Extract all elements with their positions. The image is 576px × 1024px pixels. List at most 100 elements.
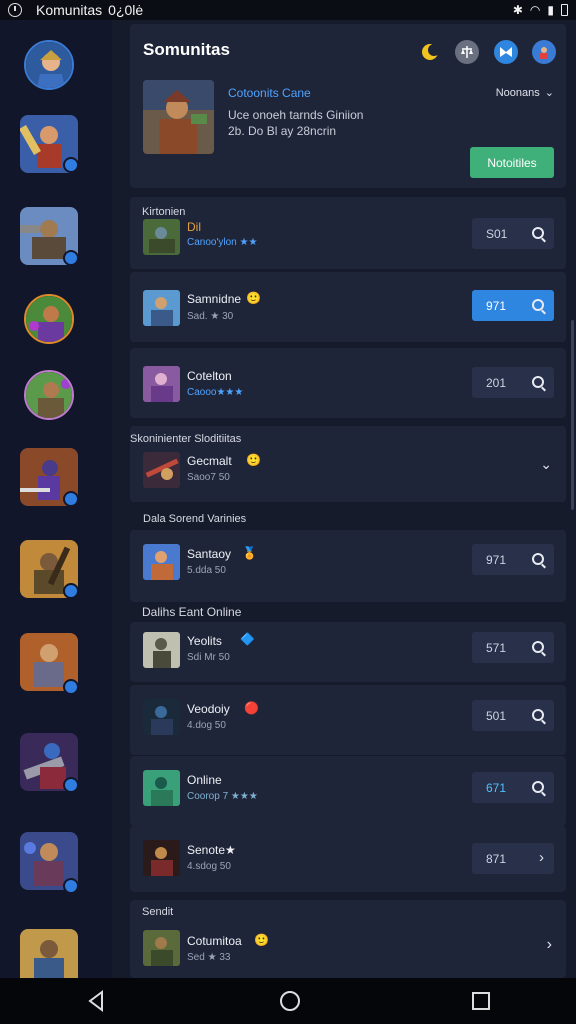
game-thumbnail [143, 770, 180, 806]
wifi-icon: ◠ [529, 3, 541, 17]
chevron-down-icon[interactable]: ⌄ [540, 456, 552, 473]
list-item[interactable]: Samnidne 🙂 Sad. ★ 30 971 [130, 272, 566, 342]
row-subtitle: Saoo7 50 [187, 472, 230, 483]
medal-icon: 🔴 [244, 701, 259, 715]
list-item[interactable]: Online Coorop 7 ★★★ 671 [130, 756, 566, 826]
featured-game-name[interactable]: Cotoonits Cane [228, 86, 311, 100]
row-value: 871 [486, 851, 507, 866]
row-action-button[interactable]: 501 [472, 700, 554, 731]
row-value: 201 [486, 375, 507, 390]
game-thumbnail [143, 544, 180, 580]
badge-icon [63, 878, 79, 894]
row-subtitle: Sed ★ 33 [187, 952, 231, 963]
game-thumbnail [143, 632, 180, 668]
scrollbar[interactable] [571, 320, 574, 510]
sidebar-game-3[interactable] [24, 294, 74, 344]
list-item[interactable]: Yeolits 🔷 Sdi Mr 50 571 [130, 622, 566, 682]
list-item[interactable]: Kirtonien Dil Canoo'ylon ★★ S01 [130, 197, 566, 269]
chevron-down-icon: ⌄ [544, 87, 554, 99]
row-title: Yeolits [187, 634, 222, 648]
home-icon[interactable] [280, 991, 300, 1011]
profile-avatar[interactable] [24, 40, 74, 90]
status-bar: Komunitas 0¿0lė ✱ ◠ ▮ [0, 0, 576, 20]
row-action-button[interactable]: 971 [472, 290, 554, 321]
row-subtitle: 4.dog 50 [187, 720, 226, 731]
featured-game-desc: Uce onoeh tarnds Giniion [228, 108, 364, 122]
list-item[interactable]: Veodoiy 🔴 4.dog 50 501 [130, 685, 566, 755]
bluetooth-icon: ✱ [512, 3, 523, 17]
row-action-button[interactable]: 571 [472, 632, 554, 663]
badge-icon [63, 157, 79, 173]
search-icon [532, 227, 544, 239]
row-action-button[interactable]: 871 › [472, 843, 554, 874]
row-title: Senote★ [187, 843, 236, 857]
row-subtitle: 5.dda 50 [187, 565, 226, 576]
sidebar-game-10[interactable] [20, 929, 78, 978]
row-value: 571 [486, 640, 507, 655]
game-thumbnail [143, 699, 180, 735]
medal-icon: 🔷 [240, 632, 255, 646]
search-icon [532, 553, 544, 565]
row-subtitle: Sad. ★ 30 [187, 311, 234, 322]
signal-icon: ▮ [547, 3, 554, 17]
sidebar-game-4[interactable] [24, 370, 74, 420]
row-action-button[interactable]: 671 [472, 772, 554, 803]
search-icon [532, 709, 544, 721]
badge-icon [63, 583, 79, 599]
header-card: Somunitas Cotoonits Cane Uce onoeh tarnd… [130, 24, 566, 188]
row-title: Gecmalt [187, 454, 232, 468]
recent-apps-icon[interactable] [472, 992, 490, 1010]
badge-icon [63, 250, 79, 266]
medal-icon: 🙂 [246, 291, 261, 305]
scale-icon[interactable] [455, 40, 479, 64]
list-item[interactable]: Skoninienter Sloditiitas Gecmalt 🙂 Saoo7… [130, 426, 566, 502]
row-subtitle: Caooo★★★ [187, 387, 244, 398]
badge-icon [63, 491, 79, 507]
search-icon [532, 299, 544, 311]
notify-button[interactable]: Notoitiles [470, 147, 554, 178]
row-subtitle: 4.sdog 50 [187, 861, 231, 872]
row-value: 501 [486, 708, 507, 723]
featured-game-meta: 2b. Do Bl ay 28ncrin [228, 124, 337, 138]
row-title: Cotumitoa [187, 934, 242, 948]
game-thumbnail [143, 219, 180, 255]
chevron-right-icon[interactable]: › [547, 936, 552, 954]
section-label: Kirtonien [142, 206, 186, 218]
status-title: Komunitas [36, 2, 103, 18]
row-title: Online [187, 773, 222, 787]
game-thumbnail [143, 452, 180, 488]
row-action-button[interactable]: 201 [472, 367, 554, 398]
row-subtitle: Canoo'ylon ★★ [187, 237, 258, 248]
list-item[interactable]: Santaoy 🏅 5.dda 50 971 [130, 530, 566, 602]
row-action-button[interactable]: S01 [472, 218, 554, 249]
sort-dropdown[interactable]: Noonans ⌄ [495, 86, 554, 100]
search-icon [532, 376, 544, 388]
crescent-icon[interactable] [418, 40, 442, 64]
back-icon[interactable] [86, 990, 108, 1012]
profile-icon[interactable] [532, 40, 556, 64]
game-thumbnail [143, 290, 180, 326]
list-item[interactable]: Cotelton Caooo★★★ 201 [130, 348, 566, 418]
chevron-right-icon: › [539, 849, 544, 866]
shield-icon[interactable] [494, 40, 518, 64]
badge-icon [63, 777, 79, 793]
section-label: Dala Sorend Varinies [143, 513, 247, 525]
search-icon [532, 641, 544, 653]
row-value: 971 [486, 552, 507, 567]
medal-icon: 🙂 [246, 453, 261, 467]
row-title: Dil [187, 220, 201, 234]
page-title: Somunitas [143, 40, 230, 59]
row-subtitle: Coorop 7 ★★★ [187, 791, 258, 802]
game-thumbnail [143, 840, 180, 876]
game-thumbnail [143, 930, 180, 966]
sort-label: Noonans [495, 86, 540, 99]
list-item[interactable]: Sendit Cotumitoa 🙂 Sed ★ 33 › [130, 900, 566, 978]
list-item[interactable]: Senote★ 4.sdog 50 871 › [130, 826, 566, 892]
row-action-button[interactable]: 971 [472, 544, 554, 575]
featured-game-image[interactable] [143, 80, 214, 154]
search-icon [532, 781, 544, 793]
status-time: 0¿0lė [108, 2, 144, 18]
community-sidebar [0, 20, 112, 978]
row-subtitle: Sdi Mr 50 [187, 652, 230, 663]
section-label: Skoninienter Sloditiitas [130, 433, 242, 445]
